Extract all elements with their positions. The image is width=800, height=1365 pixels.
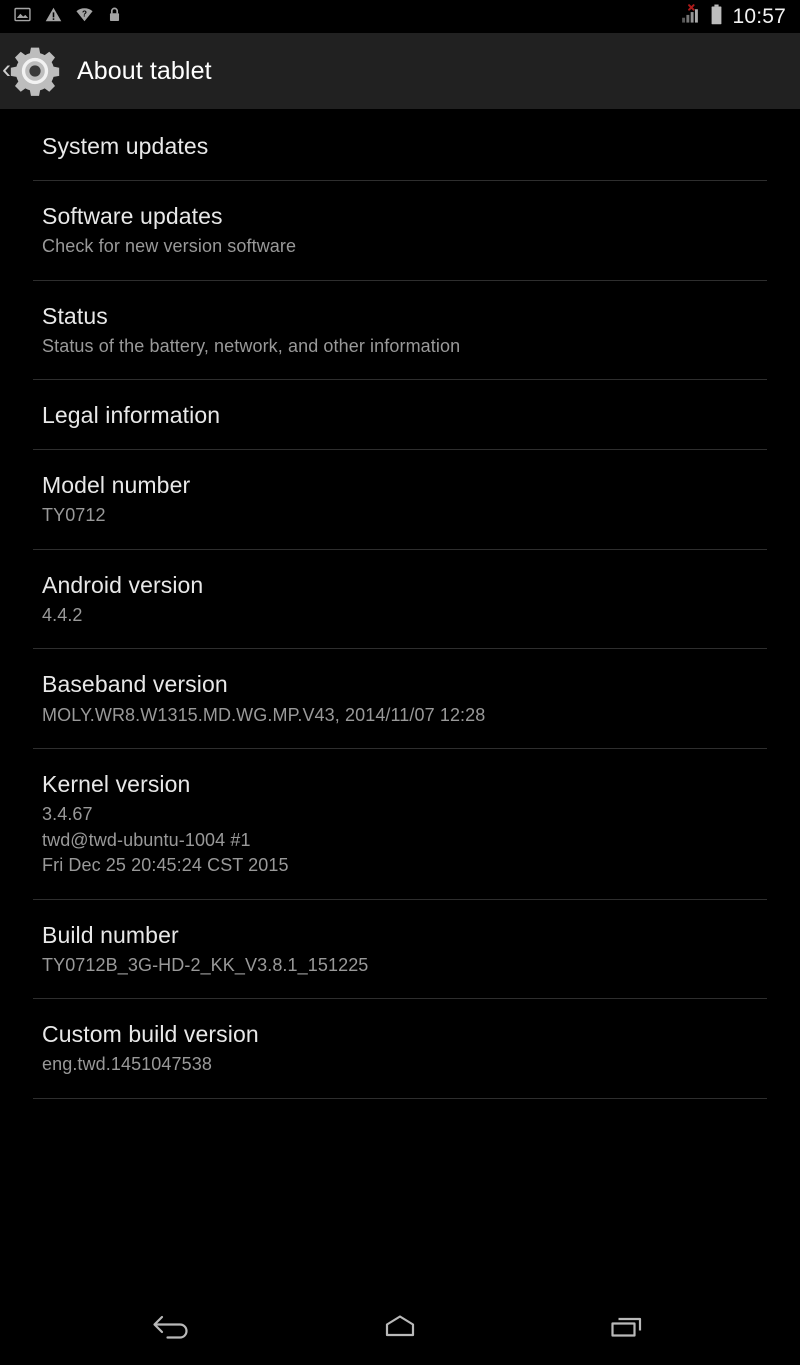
list-item-android-version[interactable]: Android version 4.4.2 (0, 548, 800, 649)
list-item-summary: TY0712B_3G-HD-2_KK_V3.8.1_151225 (42, 953, 758, 979)
warning-icon (45, 6, 62, 28)
list-item-summary: Check for new version software (42, 234, 758, 260)
action-bar: ‹ About tablet (0, 33, 800, 110)
back-arrow-icon (150, 1310, 196, 1347)
nav-home-button[interactable] (345, 1298, 455, 1358)
recents-icon (604, 1310, 650, 1347)
signal-no-sim-icon (681, 3, 701, 30)
list-item-summary: MOLY.WR8.W1315.MD.WG.MP.V43, 2014/11/07 … (42, 703, 758, 729)
list-item-kernel-version[interactable]: Kernel version 3.4.67 twd@twd-ubuntu-100… (0, 748, 800, 899)
list-item-baseband-version[interactable]: Baseband version MOLY.WR8.W1315.MD.WG.MP… (0, 648, 800, 748)
settings-gear-icon (7, 43, 63, 99)
summary-line: TY0712B_3G-HD-2_KK_V3.8.1_151225 (42, 954, 369, 975)
summary-line: MOLY.WR8.W1315.MD.WG.MP.V43, 2014/11/07 … (42, 704, 486, 725)
lock-icon (107, 6, 122, 28)
status-bar[interactable]: ? 10:57 (0, 0, 800, 33)
list-item-status[interactable]: Status Status of the battery, network, a… (0, 279, 800, 380)
list-item-title: Model number (42, 472, 191, 499)
status-bar-right-icons: 10:57 (681, 3, 786, 30)
list-item-title: Android version (42, 571, 204, 598)
list-item-build-number[interactable]: Build number TY0712B_3G-HD-2_KK_V3.8.1_1… (0, 898, 800, 999)
home-icon (377, 1310, 423, 1347)
summary-line: Status of the battery, network, and othe… (42, 335, 461, 356)
svg-text:?: ? (82, 9, 87, 18)
list-item-title: Custom build version (42, 1021, 259, 1048)
summary-line: Fri Dec 25 20:45:24 CST 2015 (42, 855, 289, 876)
list-item-title: System updates (42, 133, 209, 159)
list-item-title: Baseband version (42, 671, 228, 698)
wifi-unknown-icon: ? (76, 6, 93, 28)
screenshot-icon (14, 6, 31, 28)
summary-line: Check for new version software (42, 236, 297, 257)
list-item-system-updates[interactable]: System updates (0, 110, 800, 180)
list-item-title: Software updates (42, 203, 223, 230)
summary-line: eng.twd.1451047538 (42, 1054, 212, 1075)
list-item-legal-information[interactable]: Legal information (0, 379, 800, 449)
list-item-software-updates[interactable]: Software updates Check for new version s… (0, 180, 800, 280)
status-bar-left-icons: ? (14, 6, 122, 28)
list-item-title: Legal information (42, 402, 221, 429)
list-item-summary: 4.4.2 (42, 603, 758, 629)
status-bar-clock: 10:57 (732, 4, 786, 28)
list-item-model-number[interactable]: Model number TY0712 (0, 449, 800, 549)
summary-line: TY0712 (42, 505, 106, 526)
list-item-title: Build number (42, 921, 179, 948)
list-item-summary: eng.twd.1451047538 (42, 1052, 758, 1078)
nav-recents-button[interactable] (572, 1298, 682, 1358)
battery-icon (710, 4, 723, 30)
page-title: About tablet (77, 56, 212, 85)
summary-line: 4.4.2 (42, 604, 83, 625)
list-item-summary: Status of the battery, network, and othe… (42, 334, 758, 360)
list-item-title: Status (42, 302, 108, 329)
summary-line: 3.4.67 (42, 804, 93, 825)
nav-back-button[interactable] (118, 1298, 228, 1358)
summary-line: twd@twd-ubuntu-1004 #1 (42, 829, 251, 850)
list-item-summary: TY0712 (42, 503, 758, 529)
settings-list: System updates Software updates Check fo… (0, 110, 800, 1291)
navigation-bar (0, 1291, 800, 1365)
android-settings-screen: ? 10:57 ‹ About tablet System updates So… (0, 0, 800, 1365)
list-item-summary: 3.4.67 twd@twd-ubuntu-1004 #1 Fri Dec 25… (42, 802, 758, 879)
up-navigation-button[interactable]: ‹ (0, 33, 63, 109)
list-item-title: Kernel version (42, 771, 191, 798)
list-item-custom-build-version[interactable]: Custom build version eng.twd.1451047538 (0, 998, 800, 1098)
